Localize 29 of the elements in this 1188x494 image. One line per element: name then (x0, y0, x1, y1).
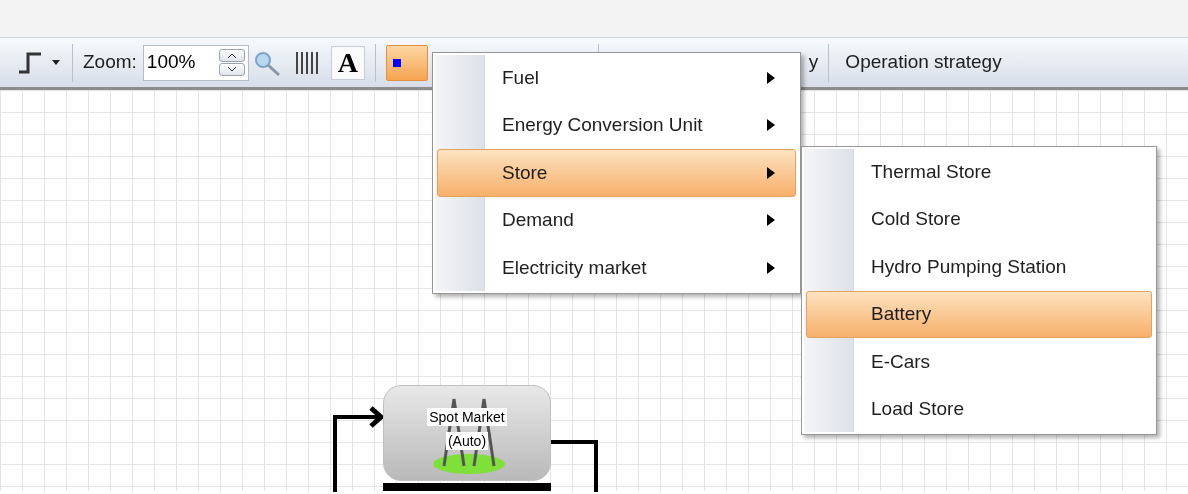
zoom-field[interactable]: 100% (142, 44, 249, 81)
menu-item[interactable]: Store (437, 149, 796, 197)
spot-market-node[interactable]: Spot Market (Auto) (383, 385, 551, 481)
menu-item[interactable]: Demand (437, 196, 796, 244)
menu-item[interactable]: Thermal Store (806, 148, 1152, 196)
operation-strategy-button[interactable]: Operation strategy (845, 48, 1002, 77)
menu-item[interactable]: Energy Conversion Unit (437, 101, 796, 149)
font-button[interactable]: A (330, 45, 365, 80)
chevron-up-icon (227, 52, 236, 58)
menu-item[interactable]: Fuel (437, 54, 796, 102)
toolbar-item[interactable]: y (808, 48, 819, 77)
node-label: Spot Market (427, 408, 507, 426)
square-icon (392, 58, 401, 67)
menu-item[interactable]: Battery (806, 290, 1152, 338)
step-line-icon (18, 51, 42, 74)
caret-icon (52, 60, 60, 65)
node-sublabel: (Auto) (445, 432, 489, 450)
zoom-icon[interactable] (252, 49, 281, 76)
spin-up-button[interactable] (218, 48, 245, 62)
spin-down-button[interactable] (218, 62, 245, 76)
menu-item[interactable]: Load Store (806, 385, 1152, 433)
color-button[interactable] (385, 44, 428, 81)
menu-item[interactable]: Electricity market (437, 244, 796, 292)
menu-item[interactable]: Hydro Pumping Station (806, 243, 1152, 291)
zoom-label: Zoom: (83, 50, 137, 75)
vertical-bars-icon[interactable] (294, 50, 321, 75)
menu-item[interactable]: Cold Store (806, 195, 1152, 243)
menu-item[interactable]: E-Cars (806, 338, 1152, 386)
chevron-down-icon (227, 66, 236, 72)
